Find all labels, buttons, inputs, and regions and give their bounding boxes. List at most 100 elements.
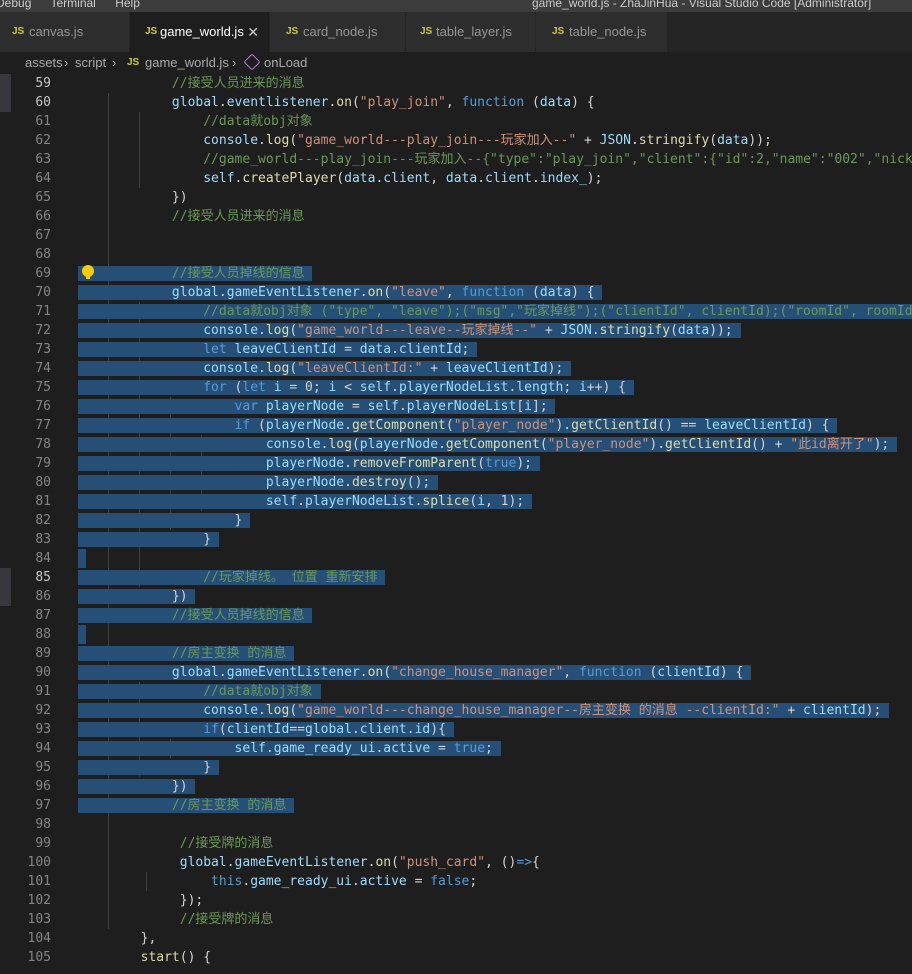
code-line[interactable]: 82 }: [0, 511, 912, 530]
code-line[interactable]: 61 //data就obj对象: [0, 112, 912, 131]
code-line[interactable]: 77 if (playerNode.getComponent("player_n…: [0, 416, 912, 435]
code-token: getComponent: [445, 437, 540, 452]
code-line[interactable]: 102 });: [0, 891, 912, 910]
code-line[interactable]: 81 self.playerNodeList.splice(i, 1);: [0, 492, 912, 511]
code-line[interactable]: 103 //接受牌的消息: [0, 910, 912, 929]
tab-table-node-js[interactable]: JS table_node.js: [536, 12, 668, 52]
code-line[interactable]: 73 let leaveClientId = data.clientId;: [0, 340, 912, 359]
code-token: }): [171, 779, 188, 794]
code-line[interactable]: 96 }): [0, 777, 912, 796]
line-number: 99: [35, 836, 51, 851]
code-token: function: [578, 665, 642, 680]
menu-debug[interactable]: Debug: [0, 0, 31, 10]
method-cube-icon: [243, 53, 261, 71]
code-token: id: [414, 722, 431, 737]
line-number: 62: [35, 133, 51, 148]
code-token: (: [477, 456, 486, 471]
tab-table-layer-js[interactable]: JS table_layer.js: [406, 12, 536, 52]
code-line[interactable]: 62 console.log("game_world---play_join--…: [0, 131, 912, 150]
js-file-icon: JS: [145, 26, 158, 37]
code-text: //接受人员掉线的信息: [78, 264, 313, 283]
code-line[interactable]: 67: [0, 226, 912, 245]
code-line[interactable]: 72 console.log("game_world---leave--玩家掉线…: [0, 321, 912, 340]
breadcrumb-assets[interactable]: assets: [25, 52, 63, 74]
code-token: ) {: [805, 418, 830, 433]
code-line[interactable]: 60 global.eventlistener.on("play_join", …: [0, 93, 912, 112]
code-line[interactable]: 92 console.log("game_world---change_hous…: [0, 701, 912, 720]
code-text: //game_world---play_join---玩家加入--{"type"…: [78, 150, 912, 169]
code-editor[interactable]: 59 //接受人员进来的消息 60 global.eventlistener.on…: [0, 74, 912, 974]
code-line[interactable]: 98: [0, 815, 912, 834]
close-icon[interactable]: ✕: [247, 12, 259, 52]
code-line[interactable]: 93 if(clientId==global.client.id){: [0, 720, 912, 739]
code-text: //接受人员进来的消息: [78, 207, 305, 226]
code-line[interactable]: 71 //data就obj对象 ("type", "leave");("msg"…: [0, 302, 912, 321]
tab-canvas-js[interactable]: JS canvas.js: [0, 12, 130, 52]
code-token: console: [203, 361, 259, 376]
code-line[interactable]: 85 //玩家掉线。 位置 重新安排: [0, 568, 912, 587]
menu-terminal[interactable]: Terminal: [51, 0, 96, 10]
code-line[interactable]: 99 //接受牌的消息: [0, 834, 912, 853]
tab-card-node-js[interactable]: JS card_node.js: [270, 12, 406, 52]
line-number: 74: [35, 361, 51, 376]
code-line[interactable]: 86 }): [0, 587, 912, 606]
code-token: log: [265, 703, 290, 718]
code-token: log: [328, 437, 352, 452]
code-line[interactable]: 101 this.game_ready_ui.active = false;: [0, 872, 912, 891]
code-token: i: [477, 494, 486, 509]
breadcrumb-script[interactable]: script: [75, 52, 106, 74]
code-text: }): [78, 188, 188, 207]
code-line[interactable]: 63 //game_world---play_join---玩家加入--{"ty…: [0, 150, 912, 169]
code-token: .: [297, 494, 305, 509]
code-line[interactable]: 90 global.gameEventListener.on("change_h…: [0, 663, 912, 682]
code-line[interactable]: 79 playerNode.removeFromParent(true);: [0, 454, 912, 473]
code-token: on: [375, 855, 392, 870]
code-line[interactable]: 100 global.gameEventListener.on("push_ca…: [0, 853, 912, 872]
code-token: (: [383, 665, 392, 680]
code-token: self: [265, 494, 298, 509]
code-token: let: [203, 342, 227, 357]
code-line[interactable]: 95 }: [0, 758, 912, 777]
code-line[interactable]: 89 //房主变换 的消息: [0, 644, 912, 663]
code-line[interactable]: 64 self.createPlayer(data.client, data.c…: [0, 169, 912, 188]
selected-empty-line: [78, 549, 86, 568]
code-line[interactable]: 59 //接受人员进来的消息: [0, 74, 912, 93]
code-line[interactable]: 104 },: [0, 929, 912, 948]
code-line[interactable]: 91 //data就obj对象: [0, 682, 912, 701]
code-line[interactable]: 105 start() {: [0, 948, 912, 967]
lightbulb-icon[interactable]: [82, 265, 94, 279]
code-text: }: [78, 511, 251, 530]
code-token: = 0;: [281, 380, 329, 395]
code-token: //game_world---play_join---玩家加入--{"type"…: [203, 152, 912, 167]
code-line[interactable]: 97 //房主变换 的消息: [0, 796, 912, 815]
code-line[interactable]: 68: [0, 245, 912, 264]
breadcrumb-symbol[interactable]: onLoad: [264, 52, 307, 74]
line-number: 85: [35, 570, 51, 585]
selected-text: //data就obj对象 ("type", "leave");("msg","玩…: [78, 304, 912, 319]
code-line[interactable]: 94 self.game_ready_ui.active = true;: [0, 739, 912, 758]
code-line[interactable]: 70 global.gameEventListener.on("leave", …: [0, 283, 912, 302]
breadcrumb-file[interactable]: game_world.js: [145, 52, 229, 74]
code-line[interactable]: 78 console.log(playerNode.getComponent("…: [0, 435, 912, 454]
code-line[interactable]: 87 //接受人员掉线的信息: [0, 606, 912, 625]
code-line[interactable]: 84: [0, 549, 912, 568]
code-token: removeFromParent: [351, 456, 478, 471]
code-line[interactable]: 76 var playerNode = self.playerNodeList[…: [0, 397, 912, 416]
code-line[interactable]: 66 //接受人员进来的消息: [0, 207, 912, 226]
line-number: 79: [35, 456, 51, 471]
code-token: .: [477, 171, 486, 186]
code-token: .: [258, 703, 266, 718]
code-line[interactable]: 65 }): [0, 188, 912, 207]
code-token: data: [539, 95, 572, 110]
code-line[interactable]: 88: [0, 625, 912, 644]
tab-game-world-js[interactable]: JS game_world.js ✕: [130, 12, 270, 52]
menu-help[interactable]: Help: [115, 0, 140, 10]
code-line[interactable]: 83 }: [0, 530, 912, 549]
code-line[interactable]: 69 //接受人员掉线的信息: [0, 264, 912, 283]
code-line[interactable]: 75 for (let i = 0; i < self.playerNodeLi…: [0, 378, 912, 397]
code-line[interactable]: 74 console.log("leaveClientId:" + leaveC…: [0, 359, 912, 378]
code-token: {: [531, 855, 540, 870]
code-line[interactable]: 80 playerNode.destroy();: [0, 473, 912, 492]
